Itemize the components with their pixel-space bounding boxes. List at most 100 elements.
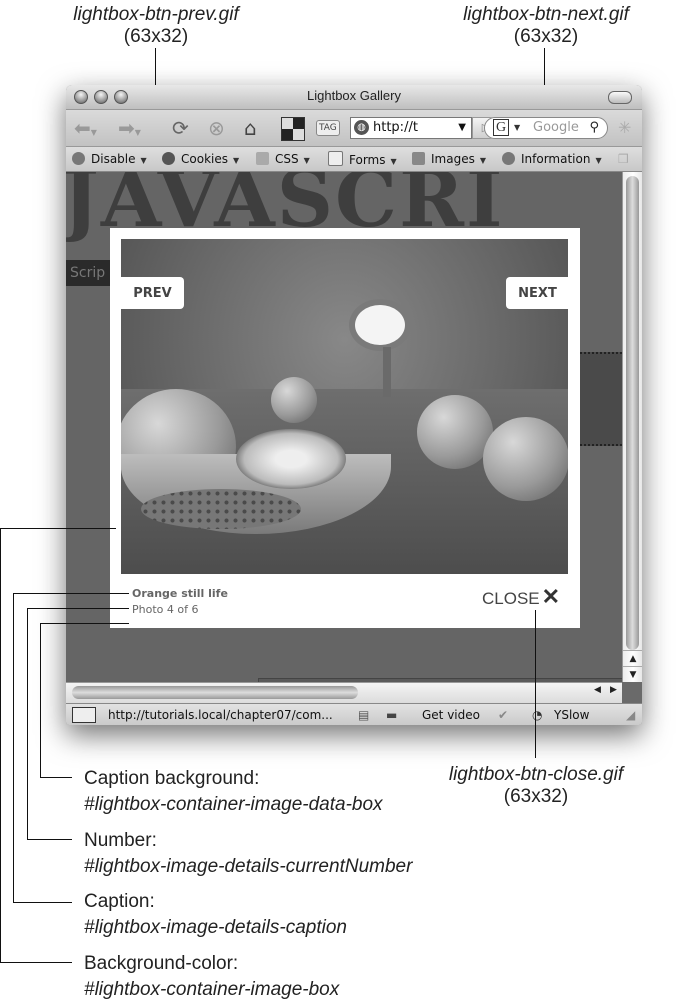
- back-icon[interactable]: ⬅▼: [74, 116, 97, 145]
- callout-next: lightbox-btn-next.gif (63x32): [430, 4, 662, 48]
- address-dropdown-icon[interactable]: ▼: [458, 118, 466, 138]
- forward-icon[interactable]: ➡▼: [118, 116, 141, 145]
- devbar-images[interactable]: Images ▼: [412, 151, 486, 169]
- status-doc-icon[interactable]: ▤: [358, 708, 369, 722]
- disable-icon: [72, 152, 85, 165]
- callout-caption-line-v: [13, 593, 14, 903]
- status-check-icon[interactable]: ✔: [498, 708, 508, 722]
- callout-number: Number: #lightbox-image-details-currentN…: [84, 830, 412, 878]
- close-label: CLOSE: [482, 589, 540, 608]
- photo-orange: [483, 417, 568, 501]
- photo-berries: [141, 489, 301, 529]
- lightbox-container-image-box: PREV NEXT Orange still life Photo 4 of 6…: [110, 228, 580, 628]
- reload-icon[interactable]: ⟳: [172, 116, 189, 140]
- checker-icon[interactable]: [281, 117, 305, 141]
- forms-icon: [328, 151, 343, 166]
- stop-icon[interactable]: ⊗: [208, 116, 225, 140]
- information-icon: [502, 152, 515, 165]
- horizontal-scroll-thumb[interactable]: [72, 686, 358, 699]
- callout-bgcolor-line-h2: [0, 962, 72, 963]
- vertical-scrollbar[interactable]: ▲ ▼: [622, 172, 642, 682]
- devbar-disable[interactable]: Disable ▼: [72, 151, 147, 169]
- scroll-right-button[interactable]: ▶: [610, 685, 617, 695]
- callout-bgcolor-line-h: [0, 528, 116, 529]
- callout-close-line: [535, 610, 536, 758]
- search-box[interactable]: G ▼ Google ⚲: [484, 117, 608, 139]
- css-icon: [256, 152, 269, 165]
- navigation-toolbar: ⬅▼ ➡▼ ⟳ ⊗ ⌂ TAG ◍ http://t ▼ ▷ G ▼ Googl…: [66, 110, 642, 147]
- status-yslow[interactable]: YSlow: [554, 708, 589, 722]
- vertical-scroll-thumb[interactable]: [626, 176, 639, 650]
- status-url: http://tutorials.local/chapter07/com...: [108, 708, 333, 722]
- callout-caption-line-h2: [13, 902, 72, 903]
- callout-number-selector: #lightbox-image-details-currentNumber: [84, 856, 413, 877]
- search-input[interactable]: Google: [533, 118, 579, 138]
- callout-bgcolor-line-v: [0, 528, 1, 963]
- callout-caption-bg-line-h2: [40, 777, 72, 778]
- callout-prev-size: (63x32): [123, 26, 189, 47]
- status-stack-icon[interactable]: ▬: [386, 708, 397, 722]
- callout-caption-bg-selector: #lightbox-container-image-data-box: [84, 794, 383, 815]
- callout-number-line-h: [27, 608, 129, 609]
- callout-prev-filename: lightbox-btn-prev.gif: [73, 4, 239, 25]
- lightbox-image-details-caption: Orange still life: [132, 587, 228, 600]
- window-title: Lightbox Gallery: [307, 88, 401, 103]
- toolbar-toggle-button[interactable]: [608, 91, 632, 104]
- callout-caption-bg: Caption background: #lightbox-container-…: [84, 768, 383, 816]
- callout-prev: lightbox-btn-prev.gif (63x32): [40, 4, 272, 48]
- globe-icon: ◍: [354, 120, 369, 135]
- callout-caption-bg-line-h: [40, 623, 129, 624]
- loading-spinner-icon: ✳: [618, 118, 632, 137]
- search-engine-icon[interactable]: G: [493, 119, 509, 136]
- callout-caption: Caption: #lightbox-image-details-caption: [84, 891, 347, 939]
- photo-orange: [271, 377, 317, 423]
- photo-orange: [417, 395, 493, 469]
- scroll-up-button[interactable]: ▲: [623, 650, 642, 667]
- address-text: http://t: [373, 120, 418, 135]
- photo-half-orange: [236, 429, 346, 489]
- horizontal-scrollbar[interactable]: ◀ ▶: [66, 682, 622, 703]
- callout-next-size: (63x32): [513, 26, 579, 47]
- callout-bgcolor: Background-color: #lightbox-container-im…: [84, 953, 339, 1001]
- web-developer-toolbar: Disable ▼ Cookies ▼ CSS ▼ Forms ▼ Images ▼ In…: [66, 147, 642, 172]
- devbar-more-icon[interactable]: ❒: [618, 151, 629, 167]
- callout-number-label: Number:: [84, 830, 157, 851]
- tag-icon[interactable]: TAG: [316, 120, 340, 136]
- status-get-video[interactable]: Get video: [422, 708, 480, 722]
- title-bar: Lightbox Gallery: [66, 85, 642, 110]
- yslow-icon[interactable]: ◔: [532, 708, 542, 722]
- callout-caption-label: Caption:: [84, 891, 155, 912]
- cookies-icon: [162, 152, 175, 165]
- photo-mirror-stand: [383, 347, 391, 397]
- callout-caption-selector: #lightbox-image-details-caption: [84, 917, 347, 938]
- address-bar[interactable]: ◍ http://t ▼: [350, 117, 472, 139]
- callout-bgcolor-selector: #lightbox-container-image-box: [84, 979, 340, 1000]
- callout-number-line-h2: [27, 839, 72, 840]
- devbar-forms[interactable]: Forms ▼: [328, 151, 397, 170]
- prev-button[interactable]: PREV: [121, 277, 184, 309]
- close-button[interactable]: CLOSE✕: [482, 584, 562, 616]
- callout-close: lightbox-btn-close.gif (63x32): [420, 764, 652, 808]
- devbar-information[interactable]: Information ▼: [502, 151, 602, 169]
- callout-caption-bg-line-v: [40, 623, 41, 778]
- next-button[interactable]: NEXT: [506, 277, 569, 309]
- callout-caption-line-h: [13, 593, 129, 594]
- resize-grip-icon[interactable]: ◢: [626, 708, 635, 722]
- callout-bgcolor-label: Background-color:: [84, 953, 239, 974]
- lightbox-image-details-current-number: Photo 4 of 6: [132, 603, 199, 616]
- callout-number-line-v: [27, 608, 28, 840]
- devbar-cookies[interactable]: Cookies ▼: [162, 151, 239, 169]
- scroll-down-button[interactable]: ▼: [623, 666, 642, 683]
- images-icon: [412, 152, 425, 165]
- callout-close-filename: lightbox-btn-close.gif: [448, 764, 624, 785]
- lightbox-image[interactable]: [121, 239, 568, 574]
- close-icon: ✕: [541, 584, 561, 609]
- photo-mirror: [349, 299, 411, 351]
- scroll-left-button[interactable]: ◀: [594, 685, 601, 695]
- status-chart-icon[interactable]: [72, 707, 96, 723]
- home-icon[interactable]: ⌂: [244, 116, 257, 140]
- status-bar: http://tutorials.local/chapter07/com... …: [66, 703, 642, 725]
- devbar-css[interactable]: CSS ▼: [256, 151, 310, 169]
- callout-next-filename: lightbox-btn-next.gif: [463, 4, 629, 25]
- search-icon[interactable]: ⚲: [589, 118, 599, 138]
